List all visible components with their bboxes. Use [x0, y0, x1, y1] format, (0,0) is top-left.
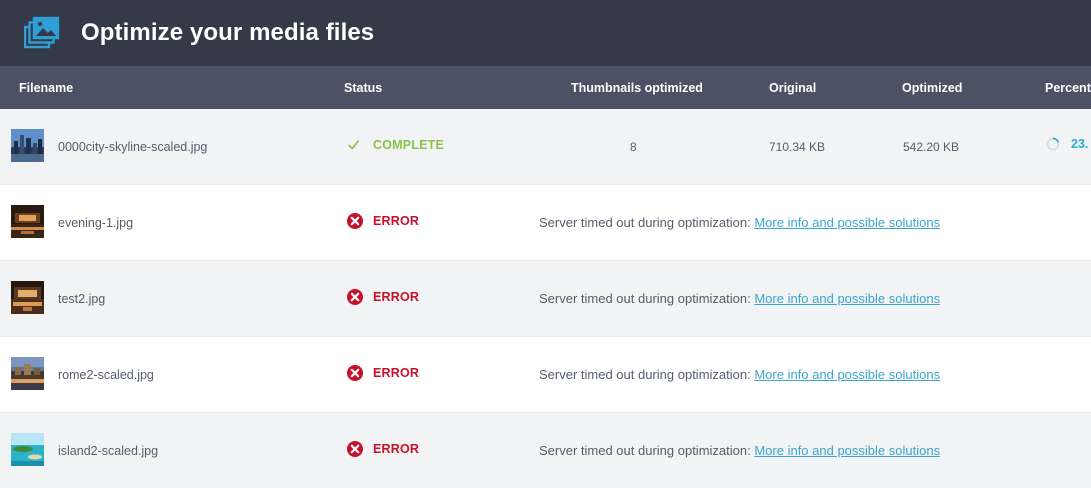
error-circle-icon [347, 213, 363, 229]
progress-ring-icon [1046, 137, 1060, 151]
error-circle-icon [347, 365, 363, 381]
filename: test2.jpg [58, 292, 106, 306]
table-row: island2-scaled.jpg ERROR Server timed ou… [0, 413, 1091, 488]
image-thumbnail[interactable] [11, 357, 44, 390]
status-badge: ERROR [346, 440, 419, 458]
table-header: Filename Status Thumbnails optimized Ori… [0, 66, 1091, 109]
error-message: Server timed out during optimization: Mo… [539, 215, 940, 230]
filename: rome2-scaled.jpg [58, 368, 154, 382]
table-row: rome2-scaled.jpg ERROR Server timed out … [0, 337, 1091, 413]
error-circle-icon [347, 441, 363, 457]
filename: 0000city-skyline-scaled.jpg [58, 140, 208, 154]
page-header: Optimize your media files [0, 0, 1091, 66]
column-filename[interactable]: Filename [19, 81, 73, 95]
error-text: Server timed out during optimization: [539, 215, 751, 230]
media-library-icon [24, 16, 60, 49]
error-text: Server timed out during optimization: [539, 443, 751, 458]
original-size: 710.34 KB [769, 140, 826, 154]
more-info-link[interactable]: More info and possible solutions [754, 215, 940, 230]
status-label: ERROR [373, 442, 420, 456]
more-info-link[interactable]: More info and possible solutions [754, 367, 940, 382]
more-info-link[interactable]: More info and possible solutions [754, 443, 940, 458]
image-thumbnail[interactable] [11, 281, 44, 314]
error-message: Server timed out during optimization: Mo… [539, 291, 940, 306]
error-message: Server timed out during optimization: Mo… [539, 443, 940, 458]
status-label: ERROR [373, 366, 420, 380]
column-optimized[interactable]: Optimized [902, 81, 962, 95]
column-percentage[interactable]: Percenta [1045, 81, 1091, 95]
page-title: Optimize your media files [81, 19, 375, 46]
table-row: test2.jpg ERROR Server timed out during … [0, 261, 1091, 337]
percentage-cell: 23. [1046, 137, 1088, 151]
status-badge: ERROR [346, 288, 419, 306]
image-thumbnail[interactable] [11, 129, 44, 162]
percentage-value: 23. [1071, 137, 1089, 151]
filename: island2-scaled.jpg [58, 444, 159, 458]
status-label: ERROR [373, 290, 420, 304]
status-badge: ERROR [346, 212, 419, 230]
error-circle-icon [347, 289, 363, 305]
thumbnails-count: 8 [630, 140, 637, 154]
image-thumbnail[interactable] [11, 433, 44, 466]
optimized-size: 542.20 KB [903, 140, 960, 154]
status-label: COMPLETE [373, 138, 445, 152]
image-thumbnail[interactable] [11, 205, 44, 238]
filename: evening-1.jpg [58, 216, 134, 230]
status-badge: ERROR [346, 364, 419, 382]
table-row: 0000city-skyline-scaled.jpg COMPLETE 8 7… [0, 109, 1091, 185]
more-info-link[interactable]: More info and possible solutions [754, 291, 940, 306]
error-text: Server timed out during optimization: [539, 291, 751, 306]
status-badge: COMPLETE [346, 136, 444, 154]
column-thumbnails[interactable]: Thumbnails optimized [571, 81, 703, 95]
error-text: Server timed out during optimization: [539, 367, 751, 382]
error-message: Server timed out during optimization: Mo… [539, 367, 940, 382]
column-original[interactable]: Original [769, 81, 816, 95]
column-status[interactable]: Status [344, 81, 382, 95]
status-label: ERROR [373, 214, 420, 228]
checkmark-icon [348, 140, 359, 150]
table-row: evening-1.jpg ERROR Server timed out dur… [0, 185, 1091, 261]
